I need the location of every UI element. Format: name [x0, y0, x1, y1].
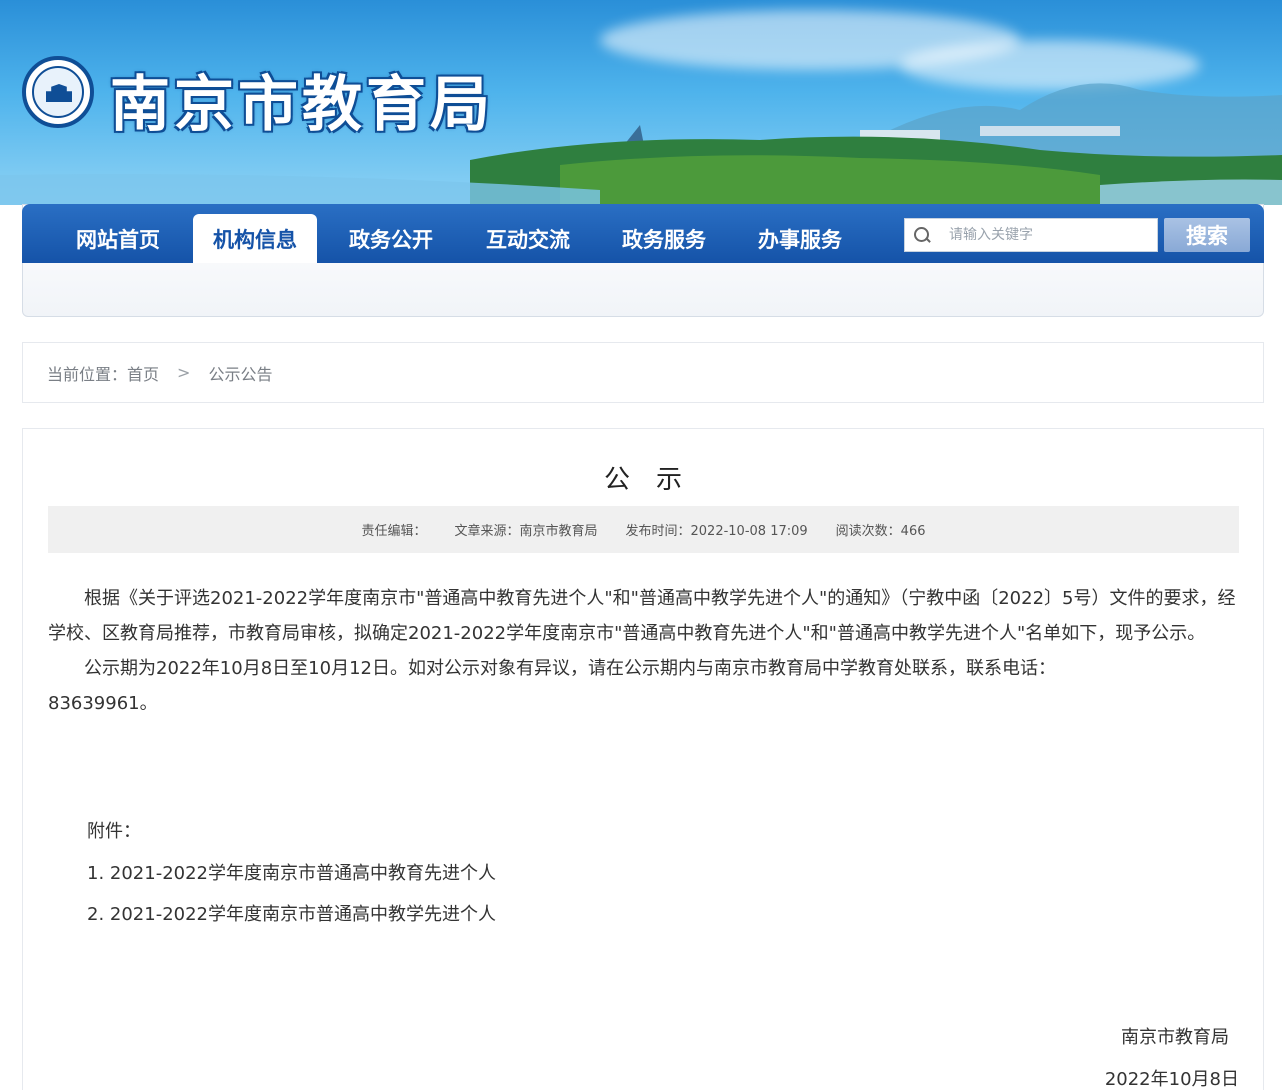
nav-item-institution-info[interactable]: 机构信息 [193, 214, 317, 263]
article-container: 公示 责任编辑： 文章来源：南京市教育局 发布时间：2022-10-08 17:… [22, 428, 1264, 1090]
header-banner: 南京市教育局 [0, 0, 1282, 205]
nav-item-office-services[interactable]: 办事服务 [738, 214, 862, 263]
breadcrumb-separator: > [177, 363, 191, 382]
attachment-item[interactable]: 2. 2021-2022学年度南京市普通高中教学先进个人 [87, 900, 887, 926]
nav-item-home[interactable]: 网站首页 [56, 214, 180, 263]
search-box [904, 218, 1158, 252]
meta-views: 阅读次数：466 [835, 524, 926, 539]
building-icon [32, 66, 84, 118]
article-title: 公示 [603, 465, 708, 495]
nav-item-interaction[interactable]: 互动交流 [466, 214, 590, 263]
article-paragraph: 根据《关于评选2021-2022学年度南京市"普通高中教育先进个人"和"普通高中… [48, 588, 1236, 644]
breadcrumb-current[interactable]: 公示公告 [208, 361, 272, 385]
search-button[interactable]: 搜索 [1164, 218, 1250, 252]
breadcrumb-home-link[interactable]: 首页 [127, 361, 159, 385]
search-icon [905, 219, 937, 251]
breadcrumb-prefix: 当前位置： [47, 364, 128, 384]
nav-item-government-affairs[interactable]: 政务公开 [329, 214, 453, 263]
attachment-item[interactable]: 1. 2021-2022学年度南京市普通高中教育先进个人 [87, 859, 887, 885]
attachment-label: 附件： [87, 821, 141, 842]
meta-editor: 责任编辑： [361, 524, 427, 539]
meta-source: 文章来源：南京市教育局 [454, 524, 598, 539]
article-date: 2022年10月8日 [1104, 1069, 1239, 1090]
main-navigation: 网站首页 机构信息 政务公开 互动交流 政务服务 办事服务 搜索 [22, 204, 1264, 263]
article-paragraph: 公示期为2022年10月8日至10月12日。如对公示对象有异议，请在公示期内与南… [48, 658, 1056, 714]
site-logo[interactable] [22, 56, 94, 128]
article-signature: 南京市教育局 [1121, 1027, 1229, 1048]
search-input[interactable] [949, 220, 1157, 250]
meta-published: 发布时间：2022-10-08 17:09 [625, 524, 808, 539]
article-body: 根据《关于评选2021-2022学年度南京市"普通高中教育先进个人"和"普通高中… [48, 581, 1238, 721]
nav-item-government-services[interactable]: 政务服务 [602, 214, 726, 263]
article-meta-bar: 责任编辑： 文章来源：南京市教育局 发布时间：2022-10-08 17:09 … [48, 506, 1239, 553]
breadcrumb: 当前位置： 首页 > 公示公告 [22, 342, 1264, 403]
site-title: 南京市教育局 [110, 70, 494, 140]
